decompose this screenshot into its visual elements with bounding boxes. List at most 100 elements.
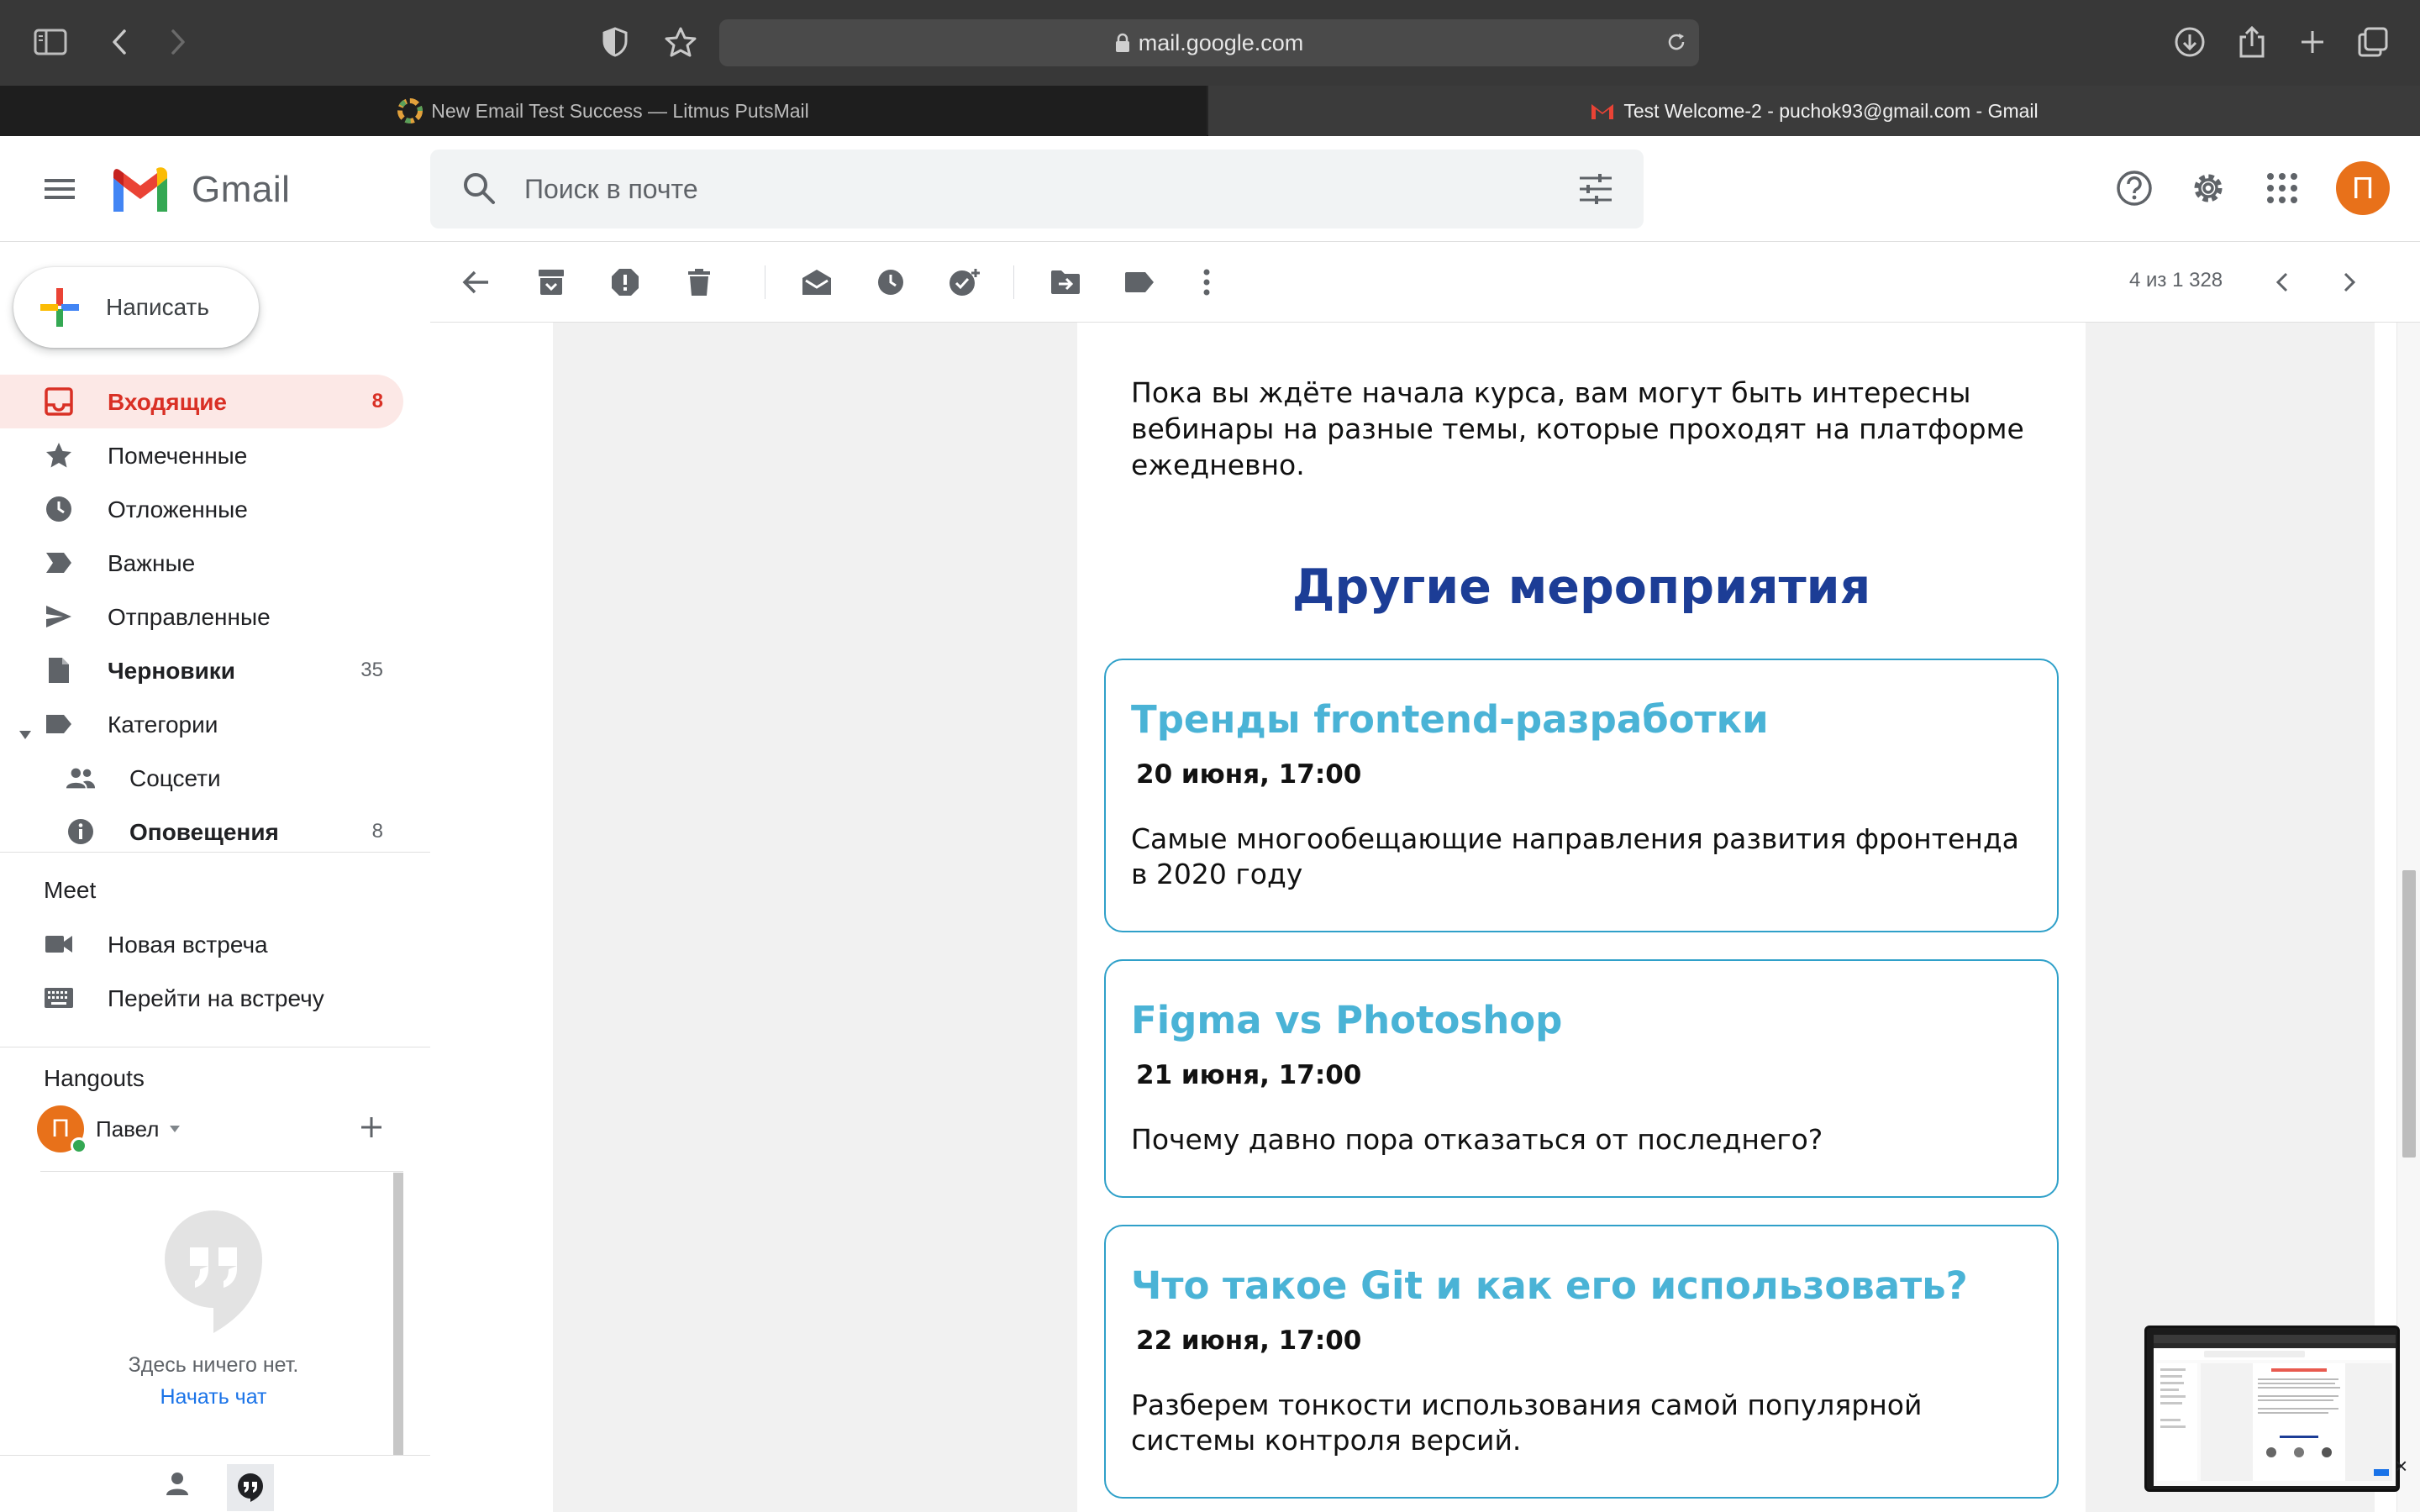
intro-paragraph: Пока вы ждёте начала курса, вам могут бы… xyxy=(1131,376,2024,481)
meet-join-meeting[interactable]: Перейти на встречу xyxy=(0,971,430,1025)
event-title[interactable]: Тренды frontend-разработки xyxy=(1131,697,1769,742)
hangouts-user[interactable]: П Павел xyxy=(37,1105,181,1154)
mark-unread-icon[interactable] xyxy=(797,262,837,302)
page-scrollbar-thumb[interactable] xyxy=(2402,870,2416,1158)
delete-trash-icon[interactable] xyxy=(679,262,719,302)
snooze-clock-icon[interactable] xyxy=(871,262,911,302)
sidebar-item-label: Важные xyxy=(108,550,196,576)
archive-icon[interactable] xyxy=(531,262,571,302)
move-to-icon[interactable] xyxy=(1045,262,1086,302)
hangouts-chat-icon[interactable] xyxy=(227,1464,274,1511)
label-icon xyxy=(44,709,74,739)
privacy-shield-icon[interactable] xyxy=(590,17,640,67)
event-title[interactable]: Figma vs Photoshop xyxy=(1131,998,1562,1042)
sidebar-item-starred[interactable]: Помеченные xyxy=(0,428,430,482)
tab-title: New Email Test Success — Litmus PutsMail xyxy=(431,99,809,122)
page-scrollbar[interactable] xyxy=(2396,323,2420,1512)
pip-close-icon[interactable]: × xyxy=(2395,1453,2407,1479)
event-card[interactable]: Тренды frontend-разработки 20 июня, 17:0… xyxy=(1104,659,2059,932)
sidebar-item-categories[interactable]: Категории xyxy=(0,697,430,751)
main-menu-icon[interactable] xyxy=(37,168,82,210)
user-dropdown-caret-icon[interactable] xyxy=(169,1125,181,1133)
meet-item-label: Перейти на встречу xyxy=(108,985,324,1011)
browser-tab-gmail[interactable]: Test Welcome-2 - puchok93@gmail.com - Gm… xyxy=(1208,86,2420,136)
sidebar-item-label: Отправленные xyxy=(108,604,271,630)
meet-nav: Новая встреча Перейти на встречу xyxy=(0,917,430,1025)
event-description: Самые многообещающие направления развити… xyxy=(1131,822,2019,890)
back-to-inbox-icon[interactable] xyxy=(455,262,496,302)
event-card[interactable]: Figma vs Photoshop 21 июня, 17:00 Почему… xyxy=(1104,959,2059,1198)
settings-gear-icon[interactable] xyxy=(2185,165,2232,212)
video-icon xyxy=(44,929,74,959)
hangouts-scrollbar[interactable] xyxy=(393,1173,403,1455)
apps-grid-icon[interactable] xyxy=(2259,165,2306,212)
compose-button[interactable]: Написать xyxy=(13,267,259,348)
labels-icon[interactable] xyxy=(1119,262,1160,302)
search-input[interactable] xyxy=(524,168,1491,210)
keyboard-icon xyxy=(44,983,74,1013)
newer-message-icon[interactable] xyxy=(2262,262,2302,302)
sidebar-toggle-icon[interactable] xyxy=(25,17,76,67)
search-bar[interactable] xyxy=(430,150,1644,228)
forward-nav-icon[interactable] xyxy=(153,17,203,67)
more-options-icon[interactable] xyxy=(1186,262,1227,302)
email-body: Пока вы ждёте начала курса, вам могут бы… xyxy=(1077,323,2086,1512)
help-icon[interactable] xyxy=(2111,165,2158,212)
sidebar-item-important[interactable]: Важные xyxy=(0,536,430,590)
online-status-dot xyxy=(71,1137,87,1154)
updates-count: 8 xyxy=(371,820,383,843)
litmus-favicon-icon xyxy=(397,98,424,123)
pip-preview-window[interactable] xyxy=(2144,1326,2400,1492)
tab-overview-icon[interactable] xyxy=(2348,17,2398,67)
report-spam-icon[interactable] xyxy=(605,262,645,302)
pip-screen-thumbnail xyxy=(2154,1335,2396,1486)
meet-new-meeting[interactable]: Новая встреча xyxy=(0,917,430,971)
sidebar-item-updates[interactable]: Оповещения 8 xyxy=(0,805,430,858)
hangouts-quote-icon xyxy=(163,1209,264,1339)
sidebar-item-social[interactable]: Соцсети xyxy=(0,751,430,805)
browser-tab-litmus[interactable]: New Email Test Success — Litmus PutsMail xyxy=(0,86,1207,136)
important-icon xyxy=(44,548,74,578)
sidebar-item-inbox[interactable]: Входящие 8 xyxy=(0,375,403,428)
older-message-icon[interactable] xyxy=(2329,262,2370,302)
gmail-favicon-icon xyxy=(1590,101,1615,121)
sidebar-item-drafts[interactable]: Черновики 35 xyxy=(0,643,430,697)
gmail-logo[interactable]: Gmail xyxy=(109,166,290,213)
sidebar-item-label: Помеченные xyxy=(108,443,248,469)
sidebar-item-label: Оповещения xyxy=(129,819,279,845)
search-options-icon[interactable] xyxy=(1578,171,1613,211)
sidebar-item-label: Отложенные xyxy=(108,496,248,522)
search-icon[interactable] xyxy=(460,170,497,211)
start-chat-link[interactable]: Начать чат xyxy=(40,1385,387,1410)
sidebar: Написать Входящие 8 Помеченные Отложенны… xyxy=(0,242,430,1512)
sidebar-item-label: Соцсети xyxy=(129,765,221,791)
bookmark-star-icon[interactable] xyxy=(655,17,706,67)
compose-plus-icon xyxy=(39,286,81,328)
address-text: mail.google.com xyxy=(1138,29,1304,55)
address-bar[interactable]: mail.google.com xyxy=(719,19,1699,66)
event-card[interactable]: Что такое Git и как его использовать? 22… xyxy=(1104,1225,2059,1499)
hangouts-title: Hangouts xyxy=(44,1065,145,1091)
account-avatar[interactable]: П xyxy=(2336,161,2390,215)
event-description: Разберем тонкости использования самой по… xyxy=(1131,1389,1923,1457)
inbox-icon xyxy=(44,386,74,417)
divider xyxy=(0,852,430,853)
meet-item-label: Новая встреча xyxy=(108,932,268,958)
lock-icon xyxy=(1115,33,1130,53)
email-background: Пока вы ждёте начала курса, вам могут бы… xyxy=(553,323,2375,1512)
drafts-count: 35 xyxy=(360,659,383,681)
contacts-person-icon[interactable] xyxy=(165,1471,190,1500)
share-icon[interactable] xyxy=(2227,17,2277,67)
back-nav-icon[interactable] xyxy=(94,17,145,67)
new-conversation-plus-icon[interactable] xyxy=(360,1116,383,1143)
download-icon[interactable] xyxy=(2165,17,2215,67)
reload-icon[interactable] xyxy=(1665,31,1687,59)
sidebar-item-snoozed[interactable]: Отложенные xyxy=(0,482,430,536)
expand-caret-icon[interactable] xyxy=(18,719,32,746)
gmail-m-icon xyxy=(113,167,167,212)
new-tab-icon[interactable] xyxy=(2287,17,2338,67)
event-title[interactable]: Что такое Git и как его использовать? xyxy=(1131,1263,1968,1308)
add-to-tasks-icon[interactable] xyxy=(944,262,985,302)
sidebar-bottom-bar xyxy=(0,1455,430,1512)
sidebar-item-sent[interactable]: Отправленные xyxy=(0,590,430,643)
